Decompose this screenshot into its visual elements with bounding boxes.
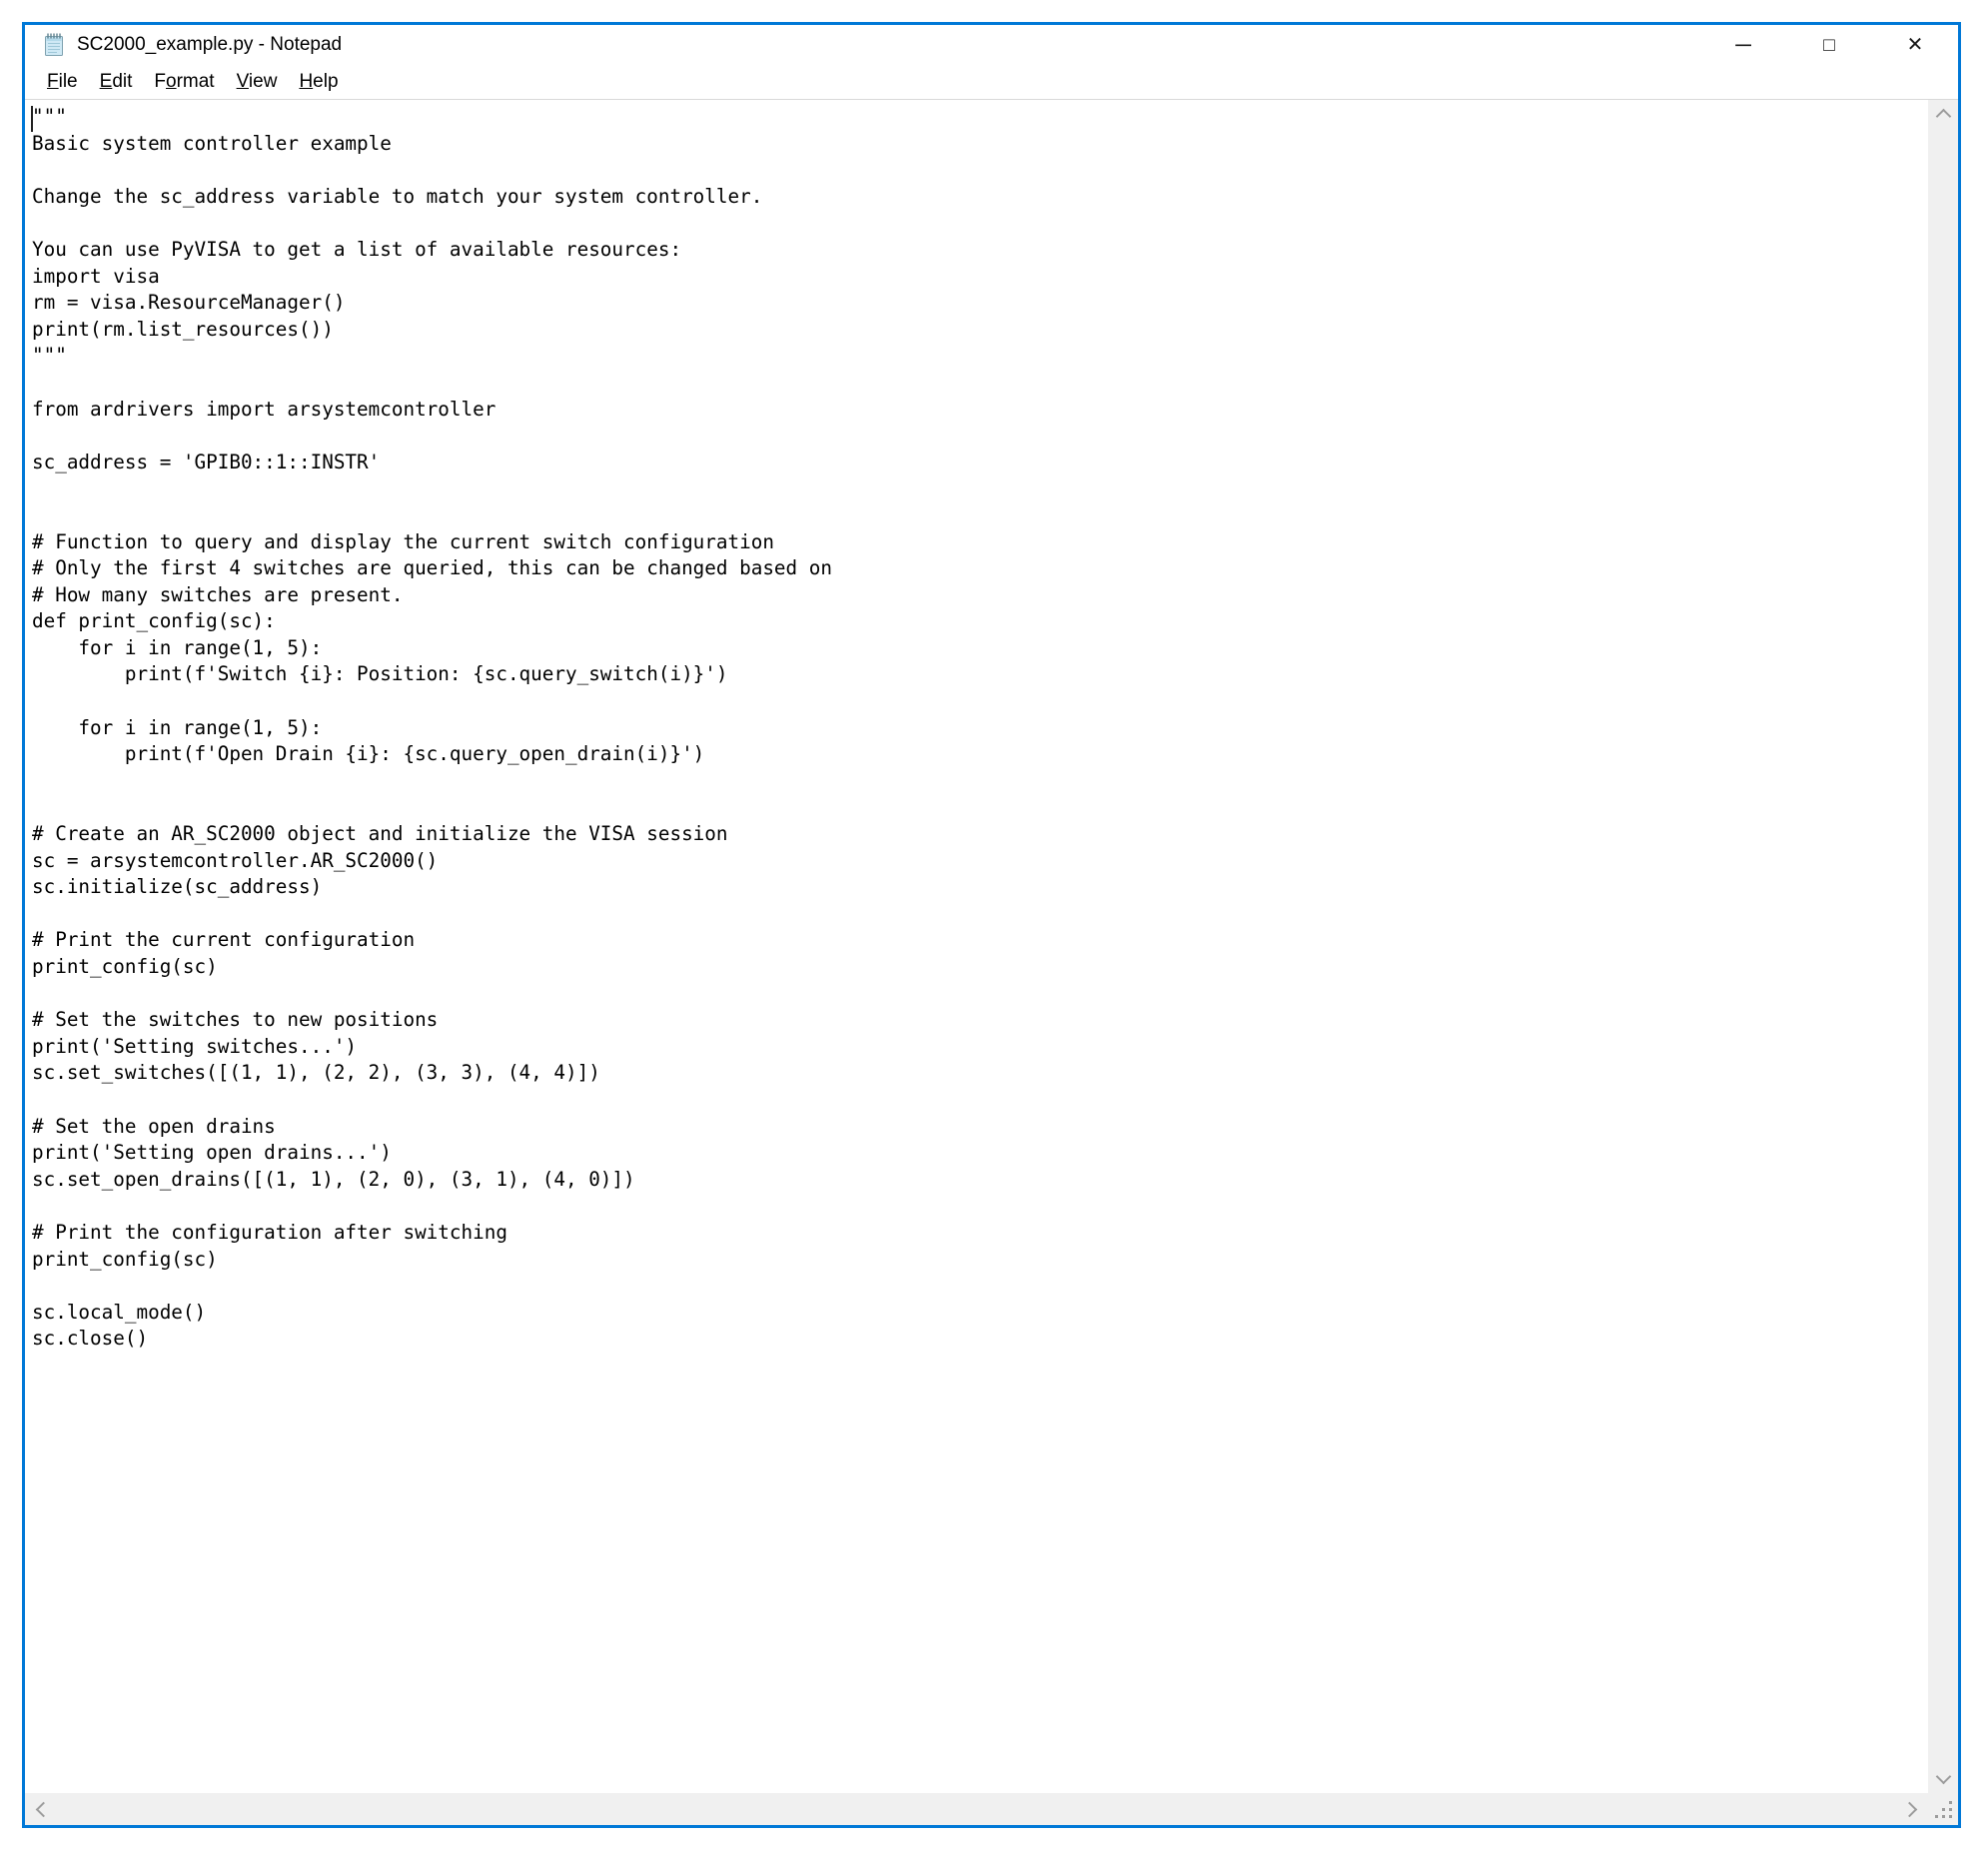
minimize-button[interactable]: ─ xyxy=(1700,25,1786,65)
bottom-bar xyxy=(25,1793,1958,1825)
window-controls: ─ □ ✕ xyxy=(1700,25,1958,65)
editor-row: """ Basic system controller example Chan… xyxy=(25,99,1958,1793)
menu-item-help[interactable]: Help xyxy=(288,69,349,95)
title-bar[interactable]: SC2000_example.py - Notepad ─ □ ✕ xyxy=(25,25,1958,65)
vertical-scrollbar[interactable] xyxy=(1928,100,1958,1793)
text-editor[interactable]: """ Basic system controller example Chan… xyxy=(25,100,1928,1793)
editor-text: """ Basic system controller example Chan… xyxy=(25,100,1928,1353)
window-content: """ Basic system controller example Chan… xyxy=(25,99,1958,1825)
chevron-right-icon[interactable] xyxy=(1902,1801,1918,1817)
close-button[interactable]: ✕ xyxy=(1872,25,1958,65)
maximize-button[interactable]: □ xyxy=(1786,25,1872,65)
menu-item-edit[interactable]: Edit xyxy=(89,69,144,95)
resize-grip[interactable] xyxy=(1928,1793,1958,1825)
menu-item-file[interactable]: File xyxy=(36,69,89,95)
notepad-icon xyxy=(41,31,67,59)
window-title: SC2000_example.py - Notepad xyxy=(77,34,342,56)
menu-bar: FileEditFormatViewHelp xyxy=(25,65,1958,99)
text-caret xyxy=(31,106,33,132)
chevron-left-icon[interactable] xyxy=(36,1801,52,1817)
resize-grip-icon xyxy=(1930,1796,1956,1822)
horizontal-scrollbar[interactable] xyxy=(25,1793,1928,1825)
chevron-down-icon[interactable] xyxy=(1935,1769,1951,1785)
menu-item-format[interactable]: Format xyxy=(143,69,225,95)
notepad-window: SC2000_example.py - Notepad ─ □ ✕ FileEd… xyxy=(22,22,1961,1828)
menu-item-view[interactable]: View xyxy=(226,69,289,95)
chevron-up-icon[interactable] xyxy=(1935,109,1951,125)
